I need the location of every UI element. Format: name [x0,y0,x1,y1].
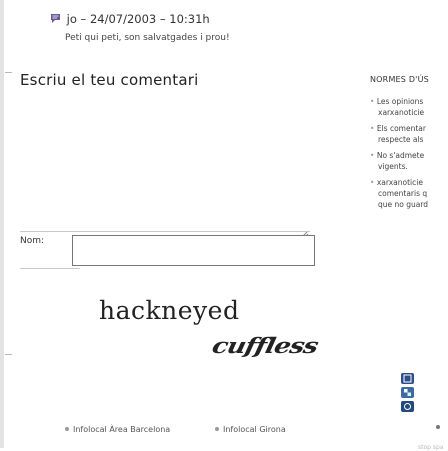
rule-line: xarxanoticie [378,108,425,117]
rule-line: respecte als [378,135,424,144]
usage-rules-sidebar: NORMES D'ÚS • Les opinions xarxanoticie … [370,75,448,210]
comment-form-title: Escriu el teu comentari [20,71,199,89]
delicious-icon[interactable] [401,387,414,398]
bullet-icon [65,427,69,431]
captcha-word: cuffless [209,334,320,359]
form-divider [20,268,80,269]
captcha-word: hackneyed [99,296,240,325]
facebook-icon[interactable] [401,373,414,384]
comment-textarea[interactable] [20,92,308,216]
rule-line: que no guard [378,200,429,209]
rule-line: • Els comentar [370,124,426,133]
rule-line: • xarxanoticie [370,178,423,187]
bookmark-icon[interactable] [401,401,414,412]
form-divider [20,231,310,232]
comment-body: Peti qui peti, son salvatgades i prou! [65,33,230,43]
edge-marker [5,354,12,355]
rule-line: vigents. [378,162,408,171]
footer-link-girona[interactable]: Infolocal Girona [215,425,286,434]
comment-icon [50,13,61,24]
usage-rules-title: NORMES D'ÚS [370,75,429,84]
page-edge-bar [0,0,4,448]
name-field[interactable] [72,235,315,266]
edge-marker [5,72,12,73]
rule-line: comentaris q [378,189,428,198]
name-label: Nom: [20,236,45,246]
bullet-icon [215,427,219,431]
comment-meta: jo – 24/07/2003 – 10:31h [66,12,210,26]
rule-line: • Les opinions [370,97,424,106]
rule-line: • No s'admete [370,151,425,160]
footer-link-barcelona[interactable]: Infolocal Àrea Barcelona [65,425,170,434]
bullet-icon [436,425,440,429]
comment-header: jo – 24/07/2003 – 10:31h [50,12,310,26]
